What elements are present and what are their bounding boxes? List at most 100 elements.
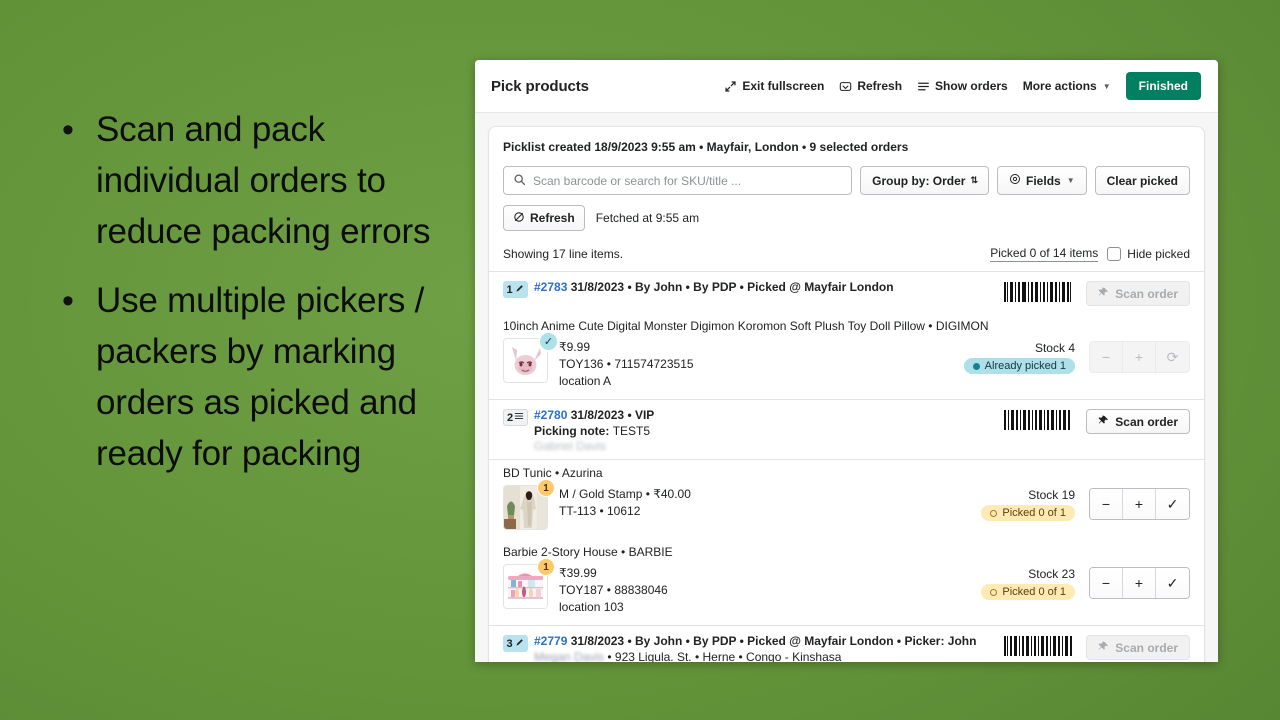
picklist-card: Picklist created 18/9/2023 9:55 am • May… bbox=[488, 126, 1205, 662]
status-dot-icon bbox=[990, 509, 998, 517]
more-actions-button[interactable]: More actions ▼ bbox=[1023, 79, 1111, 93]
line-item-sku: TOY187 • 88838046 bbox=[559, 583, 668, 597]
search-icon bbox=[513, 173, 526, 189]
order-header-right: Scan order bbox=[1004, 409, 1190, 434]
chevron-down-icon: ▼ bbox=[1102, 81, 1111, 91]
scan-order-button[interactable]: Scan order bbox=[1086, 635, 1190, 660]
line-item: Barbie 2-Story House • BARBIE 1 ₹39.99 T… bbox=[489, 539, 1204, 625]
topbar-actions: Exit fullscreen Refresh Show orders More… bbox=[724, 72, 1201, 100]
order-header-main: #2779 31/8/2023 • By John • By PDP • Pic… bbox=[534, 634, 998, 662]
checkbox-box bbox=[1107, 247, 1122, 261]
line-item: BD Tunic • Azurina 1 M / Gold Stamp • ₹4… bbox=[489, 460, 1204, 539]
group-by-label: Group by: Order bbox=[872, 173, 966, 188]
stock-column: Stock 23 Picked 0 of 1 bbox=[981, 567, 1075, 600]
order-address-line: Megan Davis • 923 Ligula. St. • Herne • … bbox=[534, 650, 998, 662]
finished-button[interactable]: Finished bbox=[1125, 72, 1201, 100]
item-quantity-badge: 1 bbox=[537, 558, 555, 576]
scan-order-button[interactable]: Scan order bbox=[1086, 281, 1190, 306]
picking-note: Picking note: TEST5 bbox=[534, 424, 998, 438]
refresh-icon bbox=[839, 80, 852, 93]
increment-button[interactable]: + bbox=[1123, 489, 1156, 519]
refresh-button[interactable]: Refresh bbox=[839, 79, 902, 93]
order-meta: 31/8/2023 • VIP bbox=[570, 408, 655, 422]
order-index-badge: 1 bbox=[503, 281, 528, 298]
address-rest: • 923 Ligula. St. • Herne • Congo - Kins… bbox=[604, 650, 842, 662]
stock-column: Stock 19 Picked 0 of 1 bbox=[981, 488, 1075, 521]
decrement-button[interactable]: − bbox=[1090, 489, 1123, 519]
exit-fullscreen-icon bbox=[724, 80, 737, 93]
scan-order-button[interactable]: Scan order bbox=[1086, 409, 1190, 434]
order-header-main: #2783 31/8/2023 • By John • By PDP • Pic… bbox=[534, 280, 998, 294]
page-title: Pick products bbox=[491, 77, 589, 95]
order-index-number: 2 bbox=[506, 411, 514, 424]
increment-button[interactable]: + bbox=[1123, 342, 1156, 372]
confirm-button[interactable]: ✓ bbox=[1156, 489, 1189, 519]
line-item-body: 1 M / Gold Stamp • ₹40.00 TT-113 • 10612… bbox=[503, 479, 1190, 530]
picked-count-text[interactable]: Picked 0 of 14 items bbox=[990, 246, 1099, 262]
decrement-button[interactable]: − bbox=[1090, 568, 1123, 598]
app-topbar: Pick products Exit fullscreen Refresh Sh… bbox=[475, 60, 1218, 113]
line-item-title: Barbie 2-Story House • BARBIE bbox=[503, 545, 673, 559]
hide-picked-checkbox[interactable]: Hide picked bbox=[1107, 247, 1190, 261]
more-actions-label: More actions bbox=[1022, 79, 1097, 93]
order-index-badge: 3 bbox=[503, 635, 528, 652]
exit-fullscreen-button[interactable]: Exit fullscreen bbox=[724, 79, 824, 93]
scan-order-label: Scan order bbox=[1115, 414, 1178, 429]
line-item-info: M / Gold Stamp • ₹40.00 TT-113 • 10612 bbox=[559, 485, 970, 520]
clear-picked-button[interactable]: Clear picked bbox=[1094, 166, 1190, 195]
order-title-line: #2783 31/8/2023 • By John • By PDP • Pic… bbox=[534, 280, 998, 294]
line-item-info: ₹9.99 TOY136 • 711574723515 location A bbox=[559, 338, 953, 390]
refresh-small-label: Refresh bbox=[530, 211, 575, 225]
order-meta: 31/8/2023 • By John • By PDP • Picked @ … bbox=[570, 280, 894, 294]
search-input[interactable]: Scan barcode or search for SKU/title ... bbox=[503, 166, 853, 195]
status-badge-label: Picked 0 of 1 bbox=[1002, 586, 1066, 598]
line-item-sku: TT-113 • 10612 bbox=[559, 504, 641, 518]
status-badge-label: Already picked 1 bbox=[984, 360, 1066, 372]
pen-icon bbox=[514, 637, 525, 651]
order-number-link[interactable]: #2780 bbox=[534, 408, 567, 422]
order-number-link[interactable]: #2783 bbox=[534, 280, 567, 294]
confirm-button[interactable]: ✓ bbox=[1156, 568, 1189, 598]
line-item: 10inch Anime Cute Digital Monster Digimo… bbox=[489, 313, 1204, 399]
reset-button[interactable]: ⟳ bbox=[1156, 342, 1189, 372]
barcode-image bbox=[1004, 282, 1072, 305]
quantity-stepper[interactable]: − + ✓ bbox=[1089, 488, 1190, 520]
bullet-item: • Use multiple pickers / packers by mark… bbox=[52, 275, 462, 479]
increment-button[interactable]: + bbox=[1123, 568, 1156, 598]
line-item-right: Stock 4 Already picked 1 − + ⟳ bbox=[963, 338, 1190, 374]
bullet-text: Scan and pack individual orders to reduc… bbox=[96, 110, 431, 251]
order-number-link[interactable]: #2779 bbox=[534, 634, 567, 648]
chevron-down-icon: ▼ bbox=[1066, 176, 1075, 185]
picklist-header: Picklist created 18/9/2023 9:55 am • May… bbox=[489, 127, 1204, 271]
showing-line-items-text: Showing 17 line items. bbox=[503, 247, 624, 261]
refresh-label: Refresh bbox=[857, 79, 903, 93]
quantity-stepper[interactable]: − + ⟳ bbox=[1089, 341, 1190, 373]
order-meta: 31/8/2023 • By John • By PDP • Picked @ … bbox=[570, 634, 977, 648]
order-index-badge: 2 bbox=[503, 409, 528, 426]
refresh-row: Refresh Fetched at 9:55 am bbox=[503, 205, 1190, 231]
scan-pin-icon bbox=[1098, 286, 1109, 301]
hide-picked-label: Hide picked bbox=[1127, 247, 1190, 261]
decrement-button[interactable]: − bbox=[1090, 342, 1123, 372]
line-item-title: BD Tunic • Azurina bbox=[503, 466, 603, 480]
quantity-stepper[interactable]: − + ✓ bbox=[1089, 567, 1190, 599]
pen-icon bbox=[514, 283, 525, 297]
order-header-right: Scan order bbox=[1004, 281, 1190, 306]
sort-updown-icon: ⇅ bbox=[970, 175, 978, 185]
order-header: 2 #2780 31/8/2023 • VIP Picking note: TE… bbox=[489, 399, 1204, 459]
stock-text: Stock 19 bbox=[1028, 488, 1075, 502]
slide-bullet-list: • Scan and pack individual orders to red… bbox=[52, 104, 462, 497]
line-item-title: 10inch Anime Cute Digital Monster Digimo… bbox=[503, 319, 989, 333]
line-item-location: location A bbox=[559, 374, 612, 388]
status-dot-icon bbox=[972, 362, 980, 370]
status-badge: Picked 0 of 1 bbox=[981, 505, 1075, 521]
refresh-small-button[interactable]: Refresh bbox=[503, 205, 585, 231]
order-index-number: 3 bbox=[506, 637, 513, 650]
fields-button[interactable]: Fields ▼ bbox=[997, 166, 1087, 195]
line-item-right: Stock 23 Picked 0 of 1 − + ✓ bbox=[981, 564, 1190, 600]
refresh-circle-icon bbox=[513, 211, 525, 226]
scan-pin-icon bbox=[1098, 640, 1109, 655]
show-orders-button[interactable]: Show orders bbox=[917, 79, 1008, 93]
stock-text: Stock 23 bbox=[1028, 567, 1075, 581]
group-by-select[interactable]: Group by: Order ⇅ bbox=[860, 166, 990, 195]
